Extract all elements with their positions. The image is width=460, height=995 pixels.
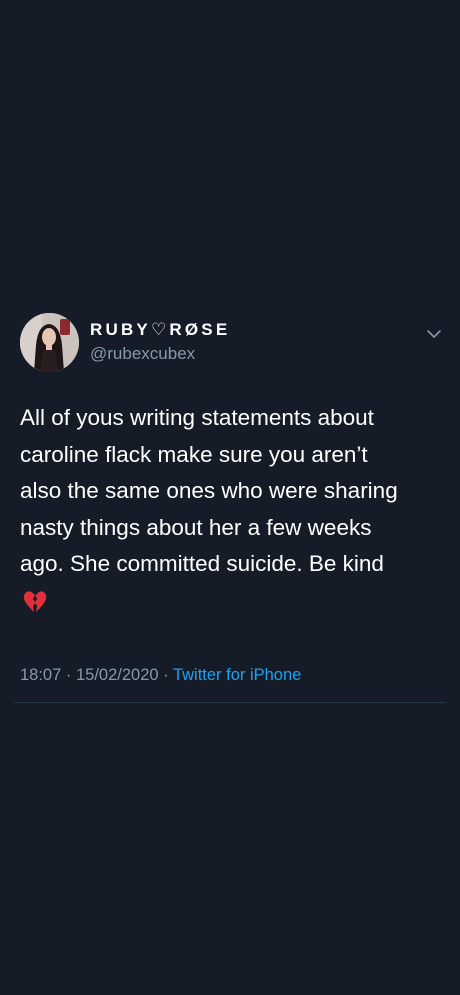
tweet-date: 15/02/2020 [75, 666, 159, 684]
tweet-text-line: caroline flack make sure you aren’t [20, 441, 368, 467]
tweet-text-line: ago. She committed suicide. Be kind [20, 551, 384, 576]
tweet-text: All of yous writing statements about car… [20, 400, 445, 583]
divider [14, 702, 446, 703]
tweet-text-line: also the same ones who were sharing [20, 478, 398, 503]
broken-heart-icon [22, 589, 48, 615]
tweet-text-line: All of yous writing statements about [20, 405, 374, 430]
avatar[interactable] [20, 313, 79, 372]
user-handle[interactable]: @rubexcubex [90, 343, 195, 365]
tweet-meta: 18:07 · 15/02/2020 · Twitter for iPhone [20, 664, 301, 686]
meta-separator: · [61, 666, 76, 684]
display-name[interactable]: RUBY♡RØSE [90, 319, 230, 341]
profile-photo-icon [20, 313, 79, 372]
tweet-source-link[interactable]: Twitter for iPhone [173, 666, 301, 684]
tweet-time: 18:07 [20, 666, 62, 684]
tweet-text-line: nasty things about her a few weeks [20, 514, 372, 540]
chevron-down-icon[interactable] [424, 327, 444, 341]
meta-separator: · [158, 666, 173, 684]
tweet-card: RUBY♡RØSE @rubexcubex All of yous writin… [0, 0, 460, 995]
